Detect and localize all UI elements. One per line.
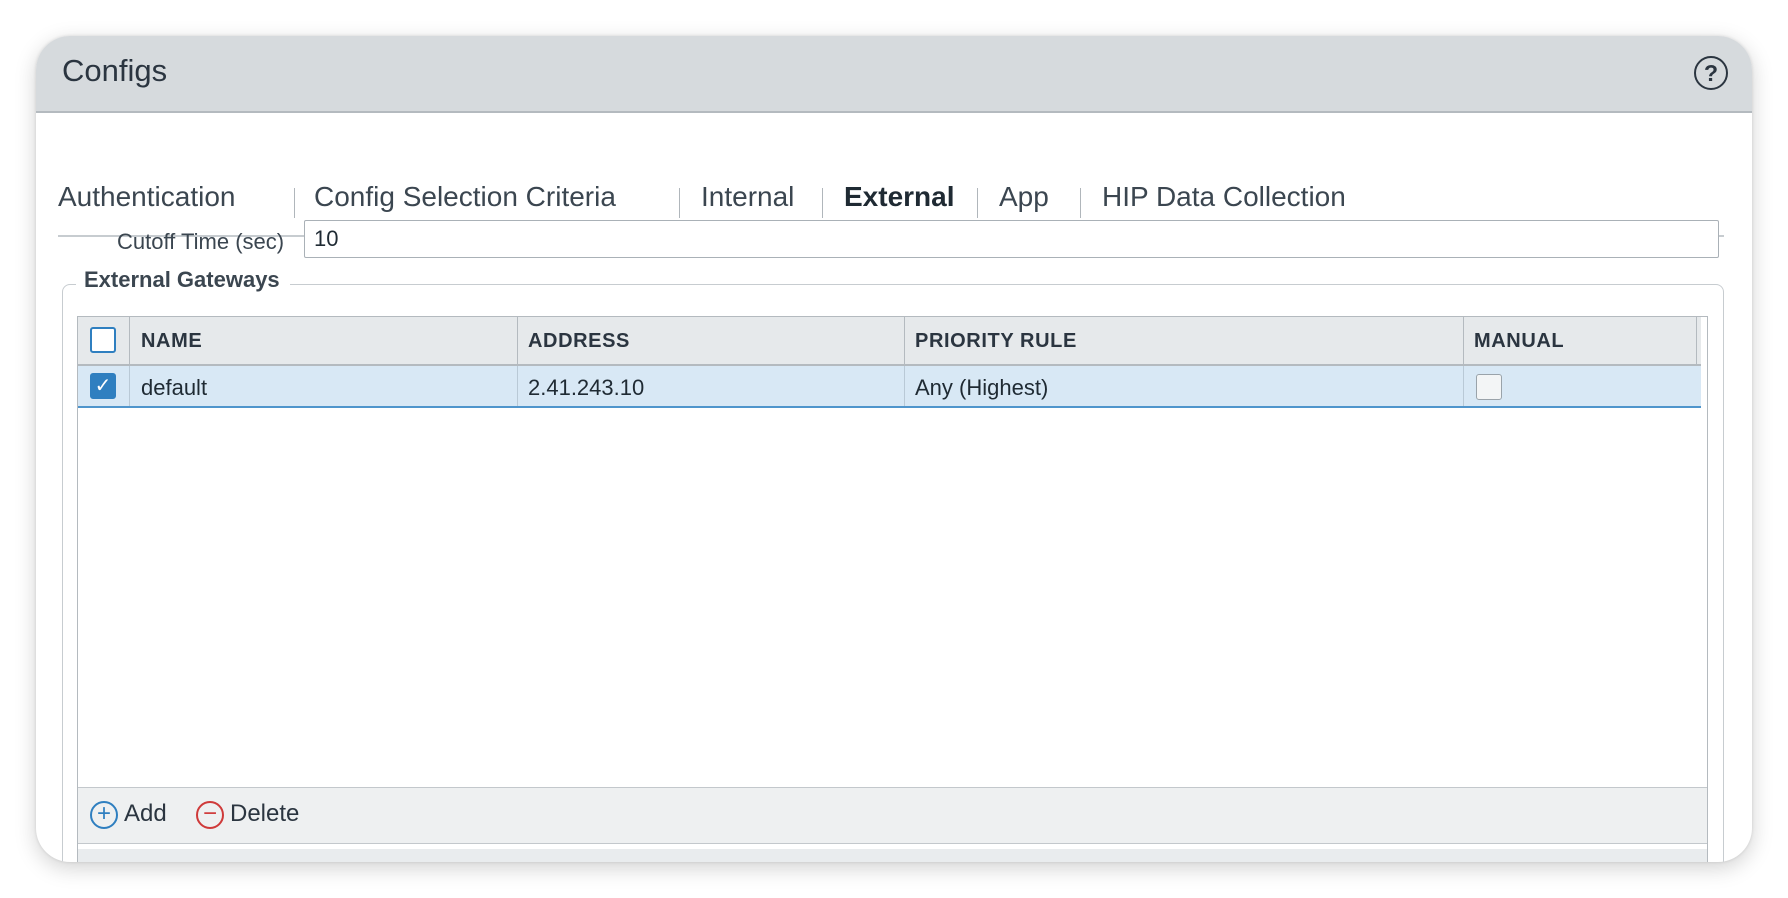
row-divider [1463,366,1464,406]
gateway-name[interactable]: default [141,375,207,401]
next-section-strip [78,849,1707,862]
column-divider [1463,317,1464,364]
dialog-title: Configs [62,53,168,88]
tab-config-selection-criteria[interactable]: Config Selection Criteria [314,181,616,213]
tab-authentication[interactable]: Authentication [58,181,235,213]
table-row[interactable]: ✓ default 2.41.243.10 Any (Highest) [78,366,1701,408]
row-divider [517,366,518,406]
tab-separator [294,188,295,218]
column-divider [517,317,518,364]
manual-checkbox[interactable] [1476,374,1502,400]
tab-separator [1080,188,1081,218]
plus-circle-icon: + [90,800,118,829]
table-header: NAME ADDRESS PRIORITY RULE MANUAL [78,317,1701,366]
tab-hip-data-collection[interactable]: HIP Data Collection [1102,181,1346,213]
column-header-name[interactable]: NAME [141,330,202,353]
dialog-header: Configs ? [36,36,1752,113]
tab-separator [822,188,823,218]
tab-external[interactable]: External [844,181,955,213]
add-button[interactable]: + Add [90,800,167,829]
minus-circle-icon: − [196,800,224,829]
configs-dialog: Configs ? Authentication Config Selectio… [36,36,1752,862]
tab-separator [977,188,978,218]
column-header-priority-rule[interactable]: PRIORITY RULE [915,330,1077,353]
column-header-manual[interactable]: MANUAL [1474,330,1564,353]
row-divider [129,366,130,406]
delete-button[interactable]: − Delete [196,800,299,829]
gateways-table: NAME ADDRESS PRIORITY RULE MANUAL ✓ defa… [77,316,1708,862]
tab-internal[interactable]: Internal [701,181,794,213]
gateway-address: 2.41.243.10 [528,375,645,400]
row-checkbox[interactable]: ✓ [90,373,116,399]
column-divider [1696,317,1697,364]
help-icon[interactable]: ? [1694,56,1728,90]
select-all-checkbox[interactable] [90,327,116,353]
cutoff-time-label: Cutoff Time (sec) [117,229,285,254]
external-gateways-legend: External Gateways [76,267,290,293]
table-toolbar: + Add − Delete [78,787,1707,844]
column-divider [129,317,130,364]
row-divider [904,366,905,406]
column-divider [904,317,905,364]
tab-app[interactable]: App [999,181,1049,213]
column-header-address[interactable]: ADDRESS [528,330,630,353]
delete-label: Delete [230,800,300,827]
cutoff-time-input[interactable] [304,220,1719,258]
tab-separator [679,188,680,218]
gateway-priority-rule: Any (Highest) [915,375,1049,400]
add-label: Add [124,800,167,827]
